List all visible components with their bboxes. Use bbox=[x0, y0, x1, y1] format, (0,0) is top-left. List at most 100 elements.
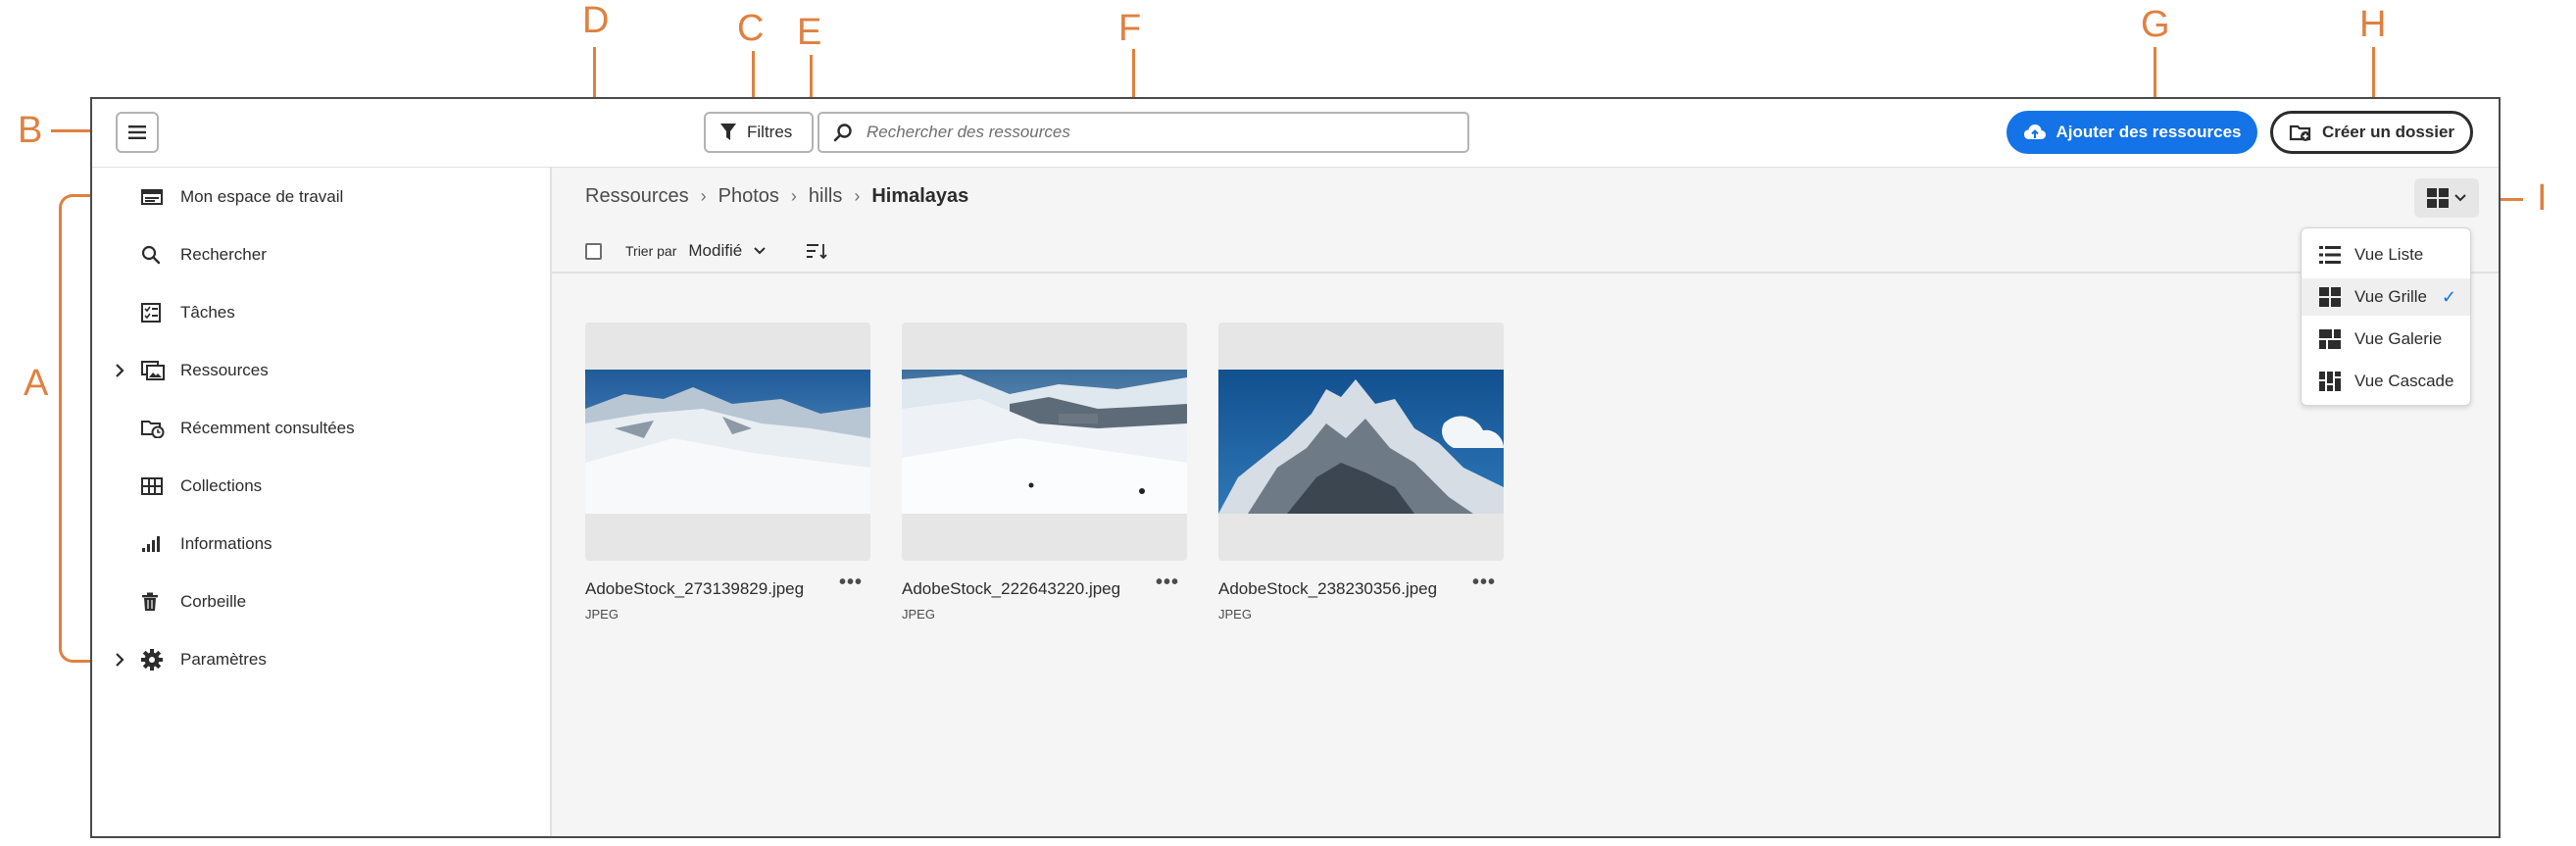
chevron-right-icon[interactable] bbox=[115, 364, 124, 377]
trash-icon bbox=[142, 592, 158, 611]
asset-name[interactable]: AdobeStock_273139829.jpeg bbox=[585, 579, 804, 599]
select-all-checkbox[interactable] bbox=[585, 242, 602, 260]
view-menu-item-list[interactable]: Vue Liste bbox=[2302, 236, 2470, 274]
asset-card[interactable]: AdobeStock_273139829.jpeg ••• JPEG bbox=[585, 323, 870, 622]
sidebar-item-label: Rechercher bbox=[180, 245, 267, 264]
sidebar-item-settings[interactable]: Paramètres bbox=[116, 640, 267, 679]
app-window: Filtres Ajouter des ressources Créer un … bbox=[90, 97, 2501, 838]
workspace-icon bbox=[141, 189, 163, 205]
add-assets-button[interactable]: Ajouter des ressources bbox=[2006, 111, 2257, 154]
sidebar: Mon espace de travail Rechercher Tâches … bbox=[92, 168, 552, 836]
sort-value: Modifié bbox=[688, 241, 743, 260]
asset-card[interactable]: AdobeStock_222643220.jpeg ••• JPEG bbox=[902, 323, 1187, 622]
sort-dropdown[interactable]: Modifié bbox=[688, 241, 766, 261]
view-menu-item-grid[interactable]: Vue Grille ✓ bbox=[2302, 278, 2470, 316]
view-menu-label: Vue Grille bbox=[2354, 287, 2428, 306]
filter-icon bbox=[720, 124, 736, 140]
annotation-letter-b: B bbox=[18, 110, 43, 151]
breadcrumb-separator-icon: › bbox=[854, 186, 861, 206]
toolbar-divider bbox=[552, 272, 2499, 274]
more-options-icon[interactable]: ••• bbox=[839, 572, 863, 594]
view-menu-item-gallery[interactable]: Vue Galerie bbox=[2302, 321, 2470, 358]
waterfall-view-icon bbox=[2319, 372, 2341, 391]
breadcrumb-separator-icon: › bbox=[790, 186, 797, 206]
tasks-icon bbox=[141, 303, 161, 323]
view-menu-label: Vue Liste bbox=[2354, 245, 2424, 264]
sort-by-label: Trier par bbox=[625, 243, 677, 259]
annotation-letter-e: E bbox=[797, 12, 822, 53]
sidebar-item-label: Corbeille bbox=[180, 592, 247, 611]
hamburger-icon bbox=[128, 125, 146, 139]
sidebar-item-insights[interactable]: Informations bbox=[141, 524, 272, 564]
asset-card[interactable]: AdobeStock_238230356.jpeg ••• JPEG bbox=[1218, 323, 1504, 622]
view-menu-item-waterfall[interactable]: Vue Cascade bbox=[2302, 363, 2470, 400]
view-switcher-button[interactable] bbox=[2414, 178, 2479, 218]
more-options-icon[interactable]: ••• bbox=[1156, 572, 1179, 594]
annotation-letter-a: A bbox=[24, 363, 49, 404]
sidebar-item-label: Mon espace de travail bbox=[180, 187, 344, 206]
sidebar-item-workspace[interactable]: Mon espace de travail bbox=[141, 177, 343, 217]
menu-button[interactable] bbox=[116, 112, 159, 153]
create-folder-button[interactable]: Créer un dossier bbox=[2270, 111, 2473, 154]
asset-type: JPEG bbox=[1218, 607, 1252, 622]
grid-view-icon bbox=[2427, 188, 2449, 208]
sidebar-item-search[interactable]: Rechercher bbox=[141, 235, 267, 274]
annotation-letter-d: D bbox=[582, 0, 610, 41]
cloud-upload-icon bbox=[2023, 124, 2046, 139]
asset-thumbnail[interactable] bbox=[585, 323, 870, 561]
breadcrumb-current: Himalayas bbox=[871, 185, 969, 207]
snow-valley-image bbox=[902, 370, 1187, 514]
sidebar-item-recent[interactable]: Récemment consultées bbox=[141, 409, 355, 448]
sidebar-item-tasks[interactable]: Tâches bbox=[141, 293, 235, 332]
chevron-right-icon[interactable] bbox=[115, 653, 124, 667]
sidebar-item-collections[interactable]: Collections bbox=[141, 467, 262, 506]
more-options-icon[interactable]: ••• bbox=[1472, 572, 1496, 594]
annotation-letter-f: F bbox=[1118, 8, 1142, 49]
chevron-down-icon bbox=[754, 247, 766, 255]
search-input[interactable] bbox=[865, 122, 1457, 143]
annotation-letter-g: G bbox=[2141, 4, 2170, 45]
asset-name[interactable]: AdobeStock_238230356.jpeg bbox=[1218, 579, 1437, 599]
breadcrumb-item[interactable]: Photos bbox=[718, 185, 779, 208]
asset-type: JPEG bbox=[585, 607, 619, 622]
collections-icon bbox=[141, 477, 163, 495]
list-view-icon bbox=[2319, 246, 2341, 264]
insights-icon bbox=[142, 536, 160, 552]
recent-icon bbox=[141, 421, 165, 438]
add-assets-label: Ajouter des ressources bbox=[2056, 123, 2242, 141]
asset-thumbnail[interactable] bbox=[1218, 323, 1504, 561]
annotation-letter-c: C bbox=[737, 8, 765, 49]
asset-type: JPEG bbox=[902, 607, 935, 622]
sidebar-item-label: Paramètres bbox=[180, 650, 267, 669]
breadcrumb-item[interactable]: Ressources bbox=[585, 185, 689, 208]
chevron-down-icon bbox=[2454, 194, 2466, 202]
rocky-peak-image bbox=[1218, 370, 1504, 514]
asset-thumbnail[interactable] bbox=[902, 323, 1187, 561]
asset-name[interactable]: AdobeStock_222643220.jpeg bbox=[902, 579, 1120, 599]
assets-icon bbox=[141, 361, 165, 380]
settings-icon bbox=[141, 649, 163, 671]
grid-view-icon bbox=[2319, 287, 2341, 307]
breadcrumb-separator-icon: › bbox=[700, 186, 707, 206]
gallery-view-icon bbox=[2319, 329, 2341, 349]
annotation-letter-h: H bbox=[2359, 4, 2387, 45]
sidebar-item-label: Tâches bbox=[180, 303, 235, 322]
sort-order-icon[interactable] bbox=[807, 242, 828, 260]
sidebar-item-assets[interactable]: Ressources bbox=[116, 351, 269, 390]
search-field[interactable] bbox=[817, 112, 1469, 153]
search-icon bbox=[141, 245, 161, 265]
breadcrumb: Ressources › Photos › hills › Himalayas bbox=[585, 185, 968, 208]
checkmark-icon: ✓ bbox=[2441, 286, 2456, 307]
sidebar-item-trash[interactable]: Corbeille bbox=[141, 582, 246, 622]
top-bar: Filtres Ajouter des ressources Créer un … bbox=[92, 99, 2499, 169]
folder-add-icon bbox=[2289, 124, 2311, 141]
search-icon bbox=[833, 124, 852, 142]
sidebar-item-label: Ressources bbox=[180, 361, 269, 379]
sidebar-item-label: Récemment consultées bbox=[180, 419, 355, 437]
sidebar-item-label: Informations bbox=[180, 534, 272, 553]
create-folder-label: Créer un dossier bbox=[2321, 123, 2455, 141]
snowy-hills-image bbox=[585, 370, 870, 514]
sort-toolbar: Trier par Modifié bbox=[585, 241, 828, 261]
filters-button[interactable]: Filtres bbox=[704, 112, 814, 153]
breadcrumb-item[interactable]: hills bbox=[809, 185, 842, 208]
